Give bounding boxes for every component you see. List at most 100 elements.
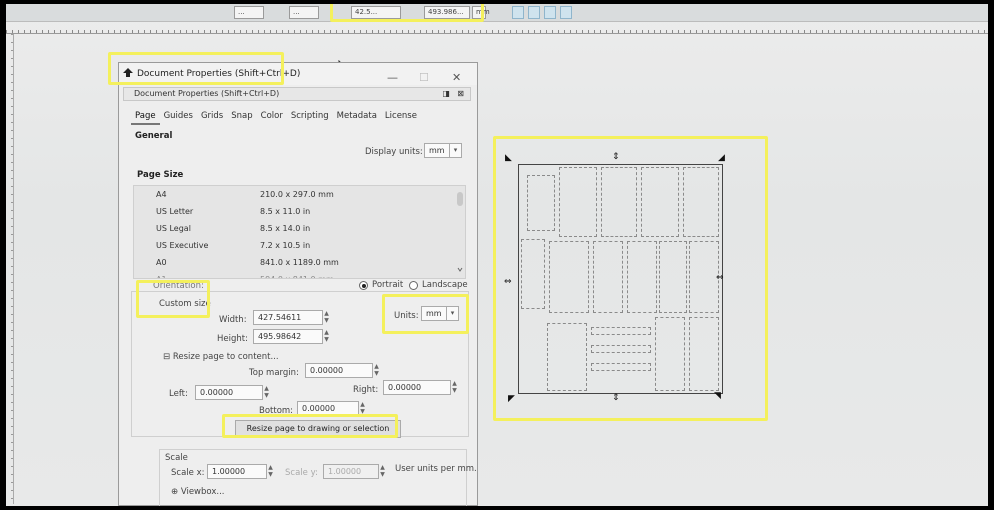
toolbar-y-field[interactable]: 493.986... — [424, 6, 470, 19]
drawing-object[interactable] — [591, 345, 651, 353]
orientation-label: Orientation: — [153, 281, 204, 291]
toolbar-x-field[interactable]: 42.5... — [351, 6, 401, 19]
top-margin-input[interactable]: 0.00000 — [305, 363, 373, 378]
left-margin-spinner[interactable]: ▲ ▼ — [263, 385, 270, 400]
page-size-dimensions: 841.0 x 1189.0 mm — [260, 258, 339, 267]
list-scrollbar[interactable] — [457, 192, 463, 272]
viewbox-expander[interactable]: ⊕ Viewbox... — [171, 487, 224, 497]
height-spinner[interactable]: ▲ ▼ — [323, 329, 330, 344]
tab-metadata[interactable]: Metadata — [333, 111, 381, 125]
drawing-object[interactable] — [591, 363, 651, 371]
resize-handle-top-right[interactable]: ◢ — [718, 154, 725, 163]
resize-handle-bottom[interactable]: ⇕ — [612, 394, 620, 403]
scale-y-input[interactable]: 1.00000 — [323, 464, 379, 479]
toolbar-button-4[interactable] — [560, 6, 572, 19]
page-size-dimensions: 594.0 x 841.0 mm — [260, 271, 334, 278]
toolbar-units-field[interactable]: mm — [472, 6, 490, 19]
resize-to-content-label: Resize page to content... — [172, 352, 279, 362]
maximize-icon[interactable]: ☐ — [419, 67, 429, 89]
display-units-value: mm — [429, 146, 445, 155]
dock-close-icon[interactable]: ⊠ — [457, 88, 464, 100]
page-size-list[interactable]: A4 210.0 x 297.0 mm US Letter 8.5 x 11.0… — [133, 185, 466, 279]
drawing-object[interactable] — [683, 167, 719, 237]
minimize-icon[interactable]: — — [387, 67, 398, 89]
list-item[interactable]: A1 594.0 x 841.0 mm — [134, 271, 465, 278]
units-select[interactable]: mm ▾ — [421, 306, 459, 321]
width-input[interactable]: 427.54611 — [253, 310, 323, 325]
top-margin-label: Top margin: — [249, 368, 299, 378]
drawing-object[interactable] — [601, 167, 637, 237]
top-margin-spinner[interactable]: ▲ ▼ — [373, 363, 380, 378]
resize-expander[interactable]: ⊟ Resize page to content... — [163, 352, 279, 362]
resize-handle-right[interactable]: ⇔ — [716, 274, 724, 283]
docked-dialog-header: Document Properties (Shift+Ctrl+D) ◨ ⊠ — [123, 87, 471, 101]
tab-scripting[interactable]: Scripting — [287, 111, 333, 125]
scale-heading: Scale — [165, 453, 188, 463]
left-ruler — [6, 34, 14, 504]
toolbar-button-2[interactable] — [528, 6, 540, 19]
list-item[interactable]: US Legal 8.5 x 14.0 in — [134, 220, 465, 237]
tab-snap[interactable]: Snap — [227, 111, 256, 125]
page-size-name: A4 — [156, 190, 167, 199]
resize-handle-top[interactable]: ⇕ — [612, 153, 620, 162]
screen-photo: ... ... 42.5... 493.986... mm Document P… — [6, 4, 988, 506]
portrait-radio[interactable] — [359, 281, 368, 290]
units-label: Units: — [394, 311, 419, 321]
drawing-object[interactable] — [641, 167, 679, 237]
resize-handle-bottom-left[interactable]: ◤ — [508, 395, 515, 404]
dialog-titlebar[interactable]: Document Properties (Shift+Ctrl+D) — ☐ ✕ — [119, 63, 477, 85]
drawing-object[interactable] — [591, 327, 651, 335]
height-input[interactable]: 495.98642 — [253, 329, 323, 344]
bottom-margin-input[interactable]: 0.00000 — [297, 401, 359, 416]
drawing-object[interactable] — [527, 175, 555, 231]
page-size-name: US Letter — [156, 207, 194, 216]
scale-x-spinner[interactable]: ▲ ▼ — [267, 464, 274, 479]
tab-grids[interactable]: Grids — [197, 111, 227, 125]
toolbar-button-1[interactable] — [512, 6, 524, 19]
resize-to-drawing-button[interactable]: Resize page to drawing or selection — [235, 420, 401, 438]
tab-guides[interactable]: Guides — [160, 111, 197, 125]
chevron-down-icon: ▾ — [446, 307, 458, 320]
toolbar-field-1[interactable]: ... — [234, 6, 264, 19]
drawing-object[interactable] — [521, 239, 545, 309]
bottom-margin-spinner[interactable]: ▲ ▼ — [359, 401, 366, 416]
drawing-object[interactable] — [559, 167, 597, 237]
drawing-object[interactable] — [689, 241, 719, 313]
page-size-dimensions: 210.0 x 297.0 mm — [260, 190, 334, 199]
toolbar-field-2[interactable]: ... — [289, 6, 319, 19]
drawing-object[interactable] — [549, 241, 589, 313]
right-margin-spinner[interactable]: ▲ ▼ — [451, 380, 458, 395]
left-margin-input[interactable]: 0.00000 — [195, 385, 263, 400]
tab-license[interactable]: License — [381, 111, 421, 125]
scale-y-spinner[interactable]: ▲ ▼ — [379, 464, 386, 479]
pin-icon[interactable]: ◨ — [442, 88, 450, 100]
drawing-object[interactable] — [689, 317, 719, 391]
drawing-object[interactable] — [547, 323, 587, 391]
close-icon[interactable]: ✕ — [452, 67, 461, 89]
canvas-page[interactable] — [518, 164, 723, 394]
resize-handle-left[interactable]: ⇔ — [504, 278, 512, 287]
list-item[interactable]: US Executive 7.2 x 10.5 in — [134, 237, 465, 254]
drawing-object[interactable] — [593, 241, 623, 313]
list-item[interactable]: US Letter 8.5 x 11.0 in — [134, 203, 465, 220]
right-margin-input[interactable]: 0.00000 — [383, 380, 451, 395]
list-item[interactable]: A0 841.0 x 1189.0 mm — [134, 254, 465, 271]
list-item[interactable]: A4 210.0 x 297.0 mm — [134, 186, 465, 203]
drawing-object[interactable] — [627, 241, 657, 313]
resize-handle-bottom-right[interactable]: ◥ — [714, 392, 721, 401]
drawing-object[interactable] — [655, 317, 685, 391]
resize-handle-top-left[interactable]: ◣ — [505, 154, 512, 163]
inkscape-icon — [123, 68, 133, 77]
scale-y-label: Scale y: — [285, 468, 318, 478]
dialog-title: Document Properties (Shift+Ctrl+D) — [137, 69, 301, 79]
landscape-radio[interactable] — [409, 281, 418, 290]
drawing-object[interactable] — [659, 241, 687, 313]
viewbox-label: Viewbox... — [180, 487, 225, 497]
tab-color[interactable]: Color — [257, 111, 287, 125]
tab-page[interactable]: Page — [131, 111, 160, 125]
width-spinner[interactable]: ▲ ▼ — [323, 310, 330, 325]
expander-icon: ⊕ — [171, 487, 181, 497]
scale-x-input[interactable]: 1.00000 — [207, 464, 267, 479]
toolbar-button-3[interactable] — [544, 6, 556, 19]
display-units-select[interactable]: mm ▾ — [424, 143, 462, 158]
